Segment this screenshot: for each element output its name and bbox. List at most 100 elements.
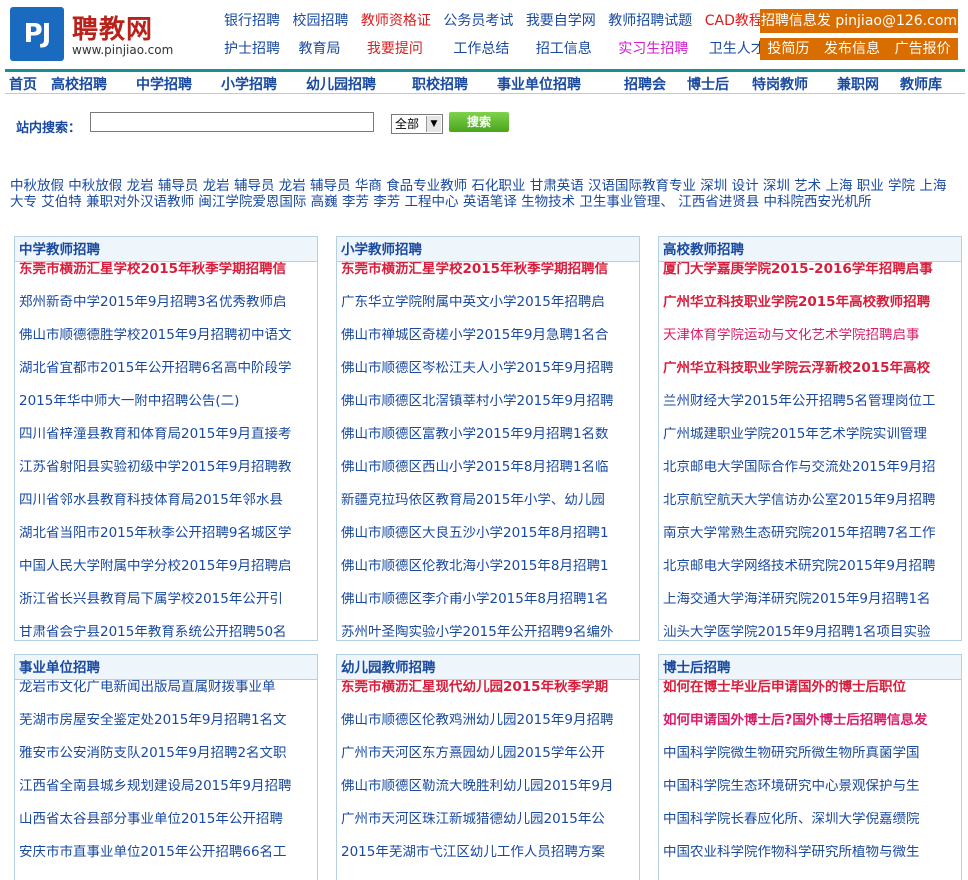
panel-title[interactable]: 事业单位招聘 — [15, 655, 317, 680]
logo-badge: PJ — [10, 7, 64, 61]
link-teacher-exam[interactable]: 教师招聘试题 — [608, 13, 692, 29]
list-item[interactable]: 2015年芜湖市弋江区幼儿工作人员招聘方案 — [341, 845, 639, 878]
list-item[interactable]: 佛山市顺德区岑松江夫人小学2015年9月招聘 — [341, 361, 639, 394]
list-item[interactable]: 佛山市顺德德胜学校2015年9月招聘初中语文 — [19, 328, 317, 361]
nav-primary-school[interactable]: 小学招聘 — [221, 74, 277, 94]
list-item[interactable]: 中国科学院生态环境研究中心景观保护与生 — [663, 779, 961, 812]
list-item[interactable]: 佛山市顺德区北滘镇莘村小学2015年9月招聘 — [341, 394, 639, 427]
nav-part-time[interactable]: 兼职网 — [837, 74, 879, 94]
list-item[interactable]: 广州市天河区东方熹园幼儿园2015学年公开 — [341, 746, 639, 779]
list-item[interactable]: 甘肃省会宁县2015年教育系统公开招聘50名 — [19, 625, 317, 640]
list-item[interactable]: 2015年华中师大一附中招聘公告(二) — [19, 394, 317, 427]
list-item[interactable]: 中国科学院微生物研究所微生物所真菌学国 — [663, 746, 961, 779]
top-links: 银行招聘 校园招聘 教师资格证 公务员考试 我要自学网 教师招聘试题 CAD教程… — [224, 10, 779, 66]
list-item[interactable]: 广州华立科技职业学院云浮新校2015年高校 — [663, 361, 961, 394]
panel-title[interactable]: 博士后招聘 — [659, 655, 961, 680]
nav-special-teacher[interactable]: 特岗教师 — [752, 74, 808, 94]
list-item[interactable]: 广东华立学院附属中英文小学2015年招聘启 — [341, 295, 639, 328]
list-item[interactable]: 江西省全南县城乡规划建设局2015年9月招聘 — [19, 779, 317, 812]
list-item[interactable]: 佛山市禅城区奇槎小学2015年9月急聘1名合 — [341, 328, 639, 361]
ad-price-button[interactable]: 广告报价 — [895, 38, 951, 60]
job-list: 东莞市横沥汇星学校2015年秋季学期招聘信 广东华立学院附属中英文小学2015年… — [337, 262, 639, 640]
list-item[interactable]: 中国科学院长春应化所、深圳大学倪嘉缵院 — [663, 812, 961, 845]
list-item[interactable]: 广州城建职业学院2015年艺术学院实训管理 — [663, 427, 961, 460]
post-info-button[interactable]: 发布信息 — [824, 38, 880, 60]
list-item[interactable]: 中国农业科学院作物科学研究所植物与微生 — [663, 845, 961, 878]
panel-title[interactable]: 中学教师招聘 — [15, 237, 317, 262]
search-scope-select[interactable]: 全部 ▼ — [391, 114, 443, 134]
top-links-row-2: 护士招聘 教育局 我要提问 工作总结 招工信息 实习生招聘 卫生人才网 — [224, 38, 779, 66]
list-item[interactable]: 四川省梓潼县教育和体育局2015年9月直接考 — [19, 427, 317, 460]
list-item[interactable]: 北京航空航天大学信访办公室2015年9月招聘 — [663, 493, 961, 526]
list-item[interactable]: 佛山市顺德区李介甫小学2015年8月招聘1名 — [341, 592, 639, 625]
list-item[interactable]: 苏州叶圣陶实验小学2015年公开招聘9名编外 — [341, 625, 639, 640]
panel-postdoc: 博士后招聘 如何在博士毕业后申请国外的博士后职位 如何申请国外博士后?国外博士后… — [658, 654, 962, 880]
list-item[interactable]: 佛山市顺德区西山小学2015年8月招聘1名临 — [341, 460, 639, 493]
contact-banner[interactable]: 招聘信息发 pinjiao@126.com — [760, 9, 958, 33]
list-item[interactable]: 佛山市顺德区富教小学2015年9月招聘1名数 — [341, 427, 639, 460]
link-intern-jobs[interactable]: 实习生招聘 — [618, 41, 688, 57]
link-campus-jobs[interactable]: 校园招聘 — [292, 13, 348, 29]
list-item[interactable]: 东莞市横沥汇星现代幼儿园2015年秋季学期 — [341, 680, 639, 713]
list-item[interactable]: 汕头大学医学院2015年9月招聘1名项目实验 — [663, 625, 961, 640]
link-teacher-cert[interactable]: 教师资格证 — [361, 13, 431, 29]
list-item[interactable]: 如何在博士毕业后申请国外的博士后职位 — [663, 680, 961, 713]
link-nurse-jobs[interactable]: 护士招聘 — [224, 41, 280, 57]
list-item[interactable]: 如何申请国外博士后?国外博士后招聘信息发 — [663, 713, 961, 746]
search-button[interactable]: 搜索 — [449, 112, 509, 132]
submit-resume-button[interactable]: 投简历 — [767, 38, 809, 60]
list-item[interactable]: 龙岩市文化广电新闻出版局直属财拨事业单 — [19, 680, 317, 713]
nav-home[interactable]: 首页 — [9, 74, 37, 94]
list-item[interactable]: 佛山市顺德区伦教鸡洲幼儿园2015年9月招聘 — [341, 713, 639, 746]
list-item[interactable]: 东莞市横沥汇星学校2015年秋季学期招聘信 — [341, 262, 639, 295]
list-item[interactable]: 芜湖市房屋安全鉴定处2015年9月招聘1名文 — [19, 713, 317, 746]
list-item[interactable]: 南京大学常熟生态研究院2015年招聘7名工作 — [663, 526, 961, 559]
nav-public-institution[interactable]: 事业单位招聘 — [497, 74, 581, 94]
site-logo[interactable]: PJ 聘教网 www.pinjiao.com — [10, 7, 173, 63]
link-self-study[interactable]: 我要自学网 — [526, 13, 596, 29]
nav-job-fair[interactable]: 招聘会 — [624, 74, 666, 94]
list-item[interactable]: 东莞市横沥汇星学校2015年秋季学期招聘信 — [19, 262, 317, 295]
panel-title[interactable]: 幼儿园教师招聘 — [337, 655, 639, 680]
list-item[interactable]: 四川省邻水县教育科技体育局2015年邻水县 — [19, 493, 317, 526]
link-recruit-info[interactable]: 招工信息 — [536, 41, 592, 57]
link-bank-jobs[interactable]: 银行招聘 — [224, 13, 280, 29]
list-item[interactable]: 雅安市公安消防支队2015年9月招聘2名文职 — [19, 746, 317, 779]
list-item[interactable]: 佛山市顺德区伦教北海小学2015年8月招聘1 — [341, 559, 639, 592]
list-item[interactable]: 新疆克拉玛依区教育局2015年小学、幼儿园 — [341, 493, 639, 526]
panel-title[interactable]: 高校教师招聘 — [659, 237, 961, 262]
list-item[interactable]: 中国人民大学附属中学分校2015年9月招聘启 — [19, 559, 317, 592]
list-item[interactable]: 佛山市顺德区大良五沙小学2015年8月招聘1 — [341, 526, 639, 559]
list-item[interactable]: 安庆市市直事业单位2015年公开招聘66名工 — [19, 845, 317, 878]
nav-middle-school[interactable]: 中学招聘 — [136, 74, 192, 94]
list-item[interactable]: 北京邮电大学国际合作与交流处2015年9月招 — [663, 460, 961, 493]
list-item[interactable]: 广州华立科技职业学院2015年高校教师招聘 — [663, 295, 961, 328]
link-ask-question[interactable]: 我要提问 — [367, 41, 423, 57]
nav-kindergarten[interactable]: 幼儿园招聘 — [306, 74, 376, 94]
list-item[interactable]: 兰州财经大学2015年公开招聘5名管理岗位工 — [663, 394, 961, 427]
list-item[interactable]: 厦门大学嘉庚学院2015-2016学年招聘启事 — [663, 262, 961, 295]
panel-primary-school: 小学教师招聘 东莞市横沥汇星学校2015年秋季学期招聘信 广东华立学院附属中英文… — [336, 236, 640, 641]
list-item[interactable]: 江苏省射阳县实验初级中学2015年9月招聘教 — [19, 460, 317, 493]
list-item[interactable]: 浙江省长兴县教育局下属学校2015年公开引 — [19, 592, 317, 625]
link-education-bureau[interactable]: 教育局 — [298, 41, 340, 57]
nav-university[interactable]: 高校招聘 — [51, 74, 107, 94]
list-item[interactable]: 湖北省当阳市2015年秋季公开招聘9名城区学 — [19, 526, 317, 559]
list-item[interactable]: 天津体育学院运动与文化艺术学院招聘启事 — [663, 328, 961, 361]
link-civil-exam[interactable]: 公务员考试 — [443, 13, 513, 29]
list-item[interactable]: 北京邮电大学网络技术研究院2015年9月招聘 — [663, 559, 961, 592]
list-item[interactable]: 上海交通大学海洋研究院2015年9月招聘1名 — [663, 592, 961, 625]
list-item[interactable]: 郑州新奇中学2015年9月招聘3名优秀教师启 — [19, 295, 317, 328]
link-work-summary[interactable]: 工作总结 — [453, 41, 509, 57]
link-cad-tutorial[interactable]: CAD教程 — [705, 13, 763, 29]
list-item[interactable]: 广州市天河区珠江新城猎德幼儿园2015年公 — [341, 812, 639, 845]
nav-vocational[interactable]: 职校招聘 — [412, 74, 468, 94]
nav-postdoc[interactable]: 博士后 — [687, 74, 729, 94]
list-item[interactable]: 佛山市顺德区勒流大晚胜利幼儿园2015年9月 — [341, 779, 639, 812]
hot-keywords[interactable]: 中秋放假 中秋放假 龙岩 辅导员 龙岩 辅导员 龙岩 辅导员 华商 食品专业教师… — [10, 178, 960, 210]
list-item[interactable]: 湖北省宜都市2015年公开招聘6名高中阶段学 — [19, 361, 317, 394]
list-item[interactable]: 山西省太谷县部分事业单位2015年公开招聘 — [19, 812, 317, 845]
nav-teacher-pool[interactable]: 教师库 — [900, 74, 942, 94]
panel-title[interactable]: 小学教师招聘 — [337, 237, 639, 262]
search-input[interactable] — [90, 112, 374, 132]
